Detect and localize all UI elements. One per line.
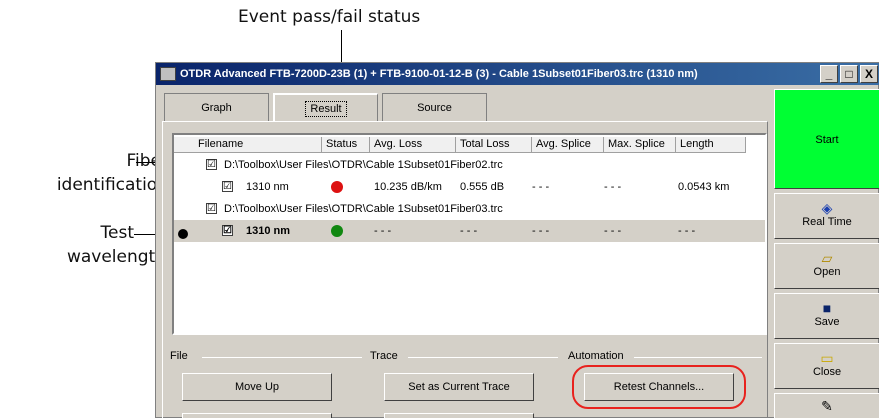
tab-bar: Graph Result Source [164, 93, 491, 121]
close-file-button[interactable]: ▭ Close [774, 343, 879, 389]
col-max-splice[interactable]: Max. Splice [604, 137, 676, 153]
open-folder-icon: ▱ [821, 250, 833, 266]
callout-test-2: wavelength [66, 247, 166, 267]
table-row[interactable]: ☑ 1310 nm 10.235 dB/km 0.555 dB - - - - … [174, 176, 765, 198]
pass-status-icon [331, 225, 343, 237]
save-icon: ■ [822, 300, 832, 316]
row-avg-splice: - - - [532, 181, 550, 193]
tab-source[interactable]: Source [382, 93, 487, 121]
section-trace-label: Trace [370, 350, 402, 362]
row-avg-loss: - - - [374, 225, 392, 237]
row-length: - - - [678, 225, 696, 237]
col-total-loss[interactable]: Total Loss [456, 137, 532, 153]
save-button[interactable]: ■ Save [774, 293, 879, 339]
file-button-2[interactable] [182, 413, 332, 418]
separator [202, 357, 362, 358]
row-filename: D:\Toolbox\User Files\OTDR\Cable 1Subset… [224, 159, 503, 171]
side-toolbar: Start ◈ Real Time ▱ Open ■ Save ▭ Close … [774, 89, 879, 418]
real-time-icon: ◈ [821, 200, 833, 216]
row-checkbox[interactable]: ☑ [206, 203, 217, 214]
open-button[interactable]: ▱ Open [774, 243, 879, 289]
move-up-button[interactable]: Move Up [182, 373, 332, 401]
section-automation-label: Automation [568, 350, 628, 362]
row-filename: D:\Toolbox\User Files\OTDR\Cable 1Subset… [224, 203, 503, 215]
real-time-button[interactable]: ◈ Real Time [774, 193, 879, 239]
separator [408, 357, 558, 358]
col-status[interactable]: Status [322, 137, 370, 153]
maximize-button[interactable]: □ [840, 65, 858, 83]
row-total-loss: 0.555 dB [460, 181, 505, 193]
table-row[interactable]: ☑ D:\Toolbox\User Files\OTDR\Cable 1Subs… [174, 198, 765, 220]
row-wavelength: 1310 nm [246, 225, 291, 237]
callout-fiber-2: identification [56, 175, 168, 195]
row-total-loss: - - - [460, 225, 478, 237]
results-table: Filename Status Avg. Loss Total Loss Avg… [172, 133, 767, 335]
col-avg-loss[interactable]: Avg. Loss [370, 137, 456, 153]
separator [634, 357, 762, 358]
otdr-window: OTDR Advanced FTB-7200D-23B (1) + FTB-91… [155, 62, 879, 418]
row-checkbox[interactable]: ☑ [222, 225, 233, 236]
table-row-selected[interactable]: ☑ 1310 nm - - - - - - - - - - - - - - - [174, 220, 765, 242]
col-filename[interactable]: Filename [174, 137, 322, 153]
row-wavelength: 1310 nm [246, 181, 289, 193]
row-checkbox[interactable]: ☑ [206, 159, 217, 170]
close-button[interactable]: X [860, 65, 878, 83]
start-button[interactable]: Start [774, 89, 879, 189]
title-bar: OTDR Advanced FTB-7200D-23B (1) + FTB-91… [156, 63, 879, 85]
tab-result[interactable]: Result [273, 93, 378, 121]
edit-icon: ✎ [821, 398, 833, 414]
set-current-trace-button[interactable]: Set as Current Trace [384, 373, 534, 401]
table-row[interactable]: ☑ D:\Toolbox\User Files\OTDR\Cable 1Subs… [174, 154, 765, 176]
callout-status: Event pass/fail status [238, 7, 421, 27]
row-max-splice: - - - [604, 225, 622, 237]
row-avg-loss: 10.235 dB/km [374, 181, 442, 193]
window-title: OTDR Advanced FTB-7200D-23B (1) + FTB-91… [180, 68, 698, 80]
row-length: 0.0543 km [678, 181, 730, 193]
app-icon [160, 67, 176, 81]
edit-button[interactable]: ✎ [774, 393, 879, 418]
col-length[interactable]: Length [676, 137, 746, 153]
row-checkbox[interactable]: ☑ [222, 181, 233, 192]
trace-button-2[interactable] [384, 413, 534, 418]
callout-dot [178, 229, 188, 239]
minimize-button[interactable]: _ [820, 65, 838, 83]
fail-status-icon [331, 181, 343, 193]
section-file-label: File [170, 350, 192, 362]
row-avg-splice: - - - [532, 225, 550, 237]
callout-test-1: Test [100, 223, 134, 243]
row-max-splice: - - - [604, 181, 622, 193]
folder-icon: ▭ [820, 350, 834, 366]
table-header: Filename Status Avg. Loss Total Loss Avg… [174, 137, 765, 153]
col-avg-splice[interactable]: Avg. Splice [532, 137, 604, 153]
tab-graph[interactable]: Graph [164, 93, 269, 121]
highlight-ring [572, 365, 746, 409]
